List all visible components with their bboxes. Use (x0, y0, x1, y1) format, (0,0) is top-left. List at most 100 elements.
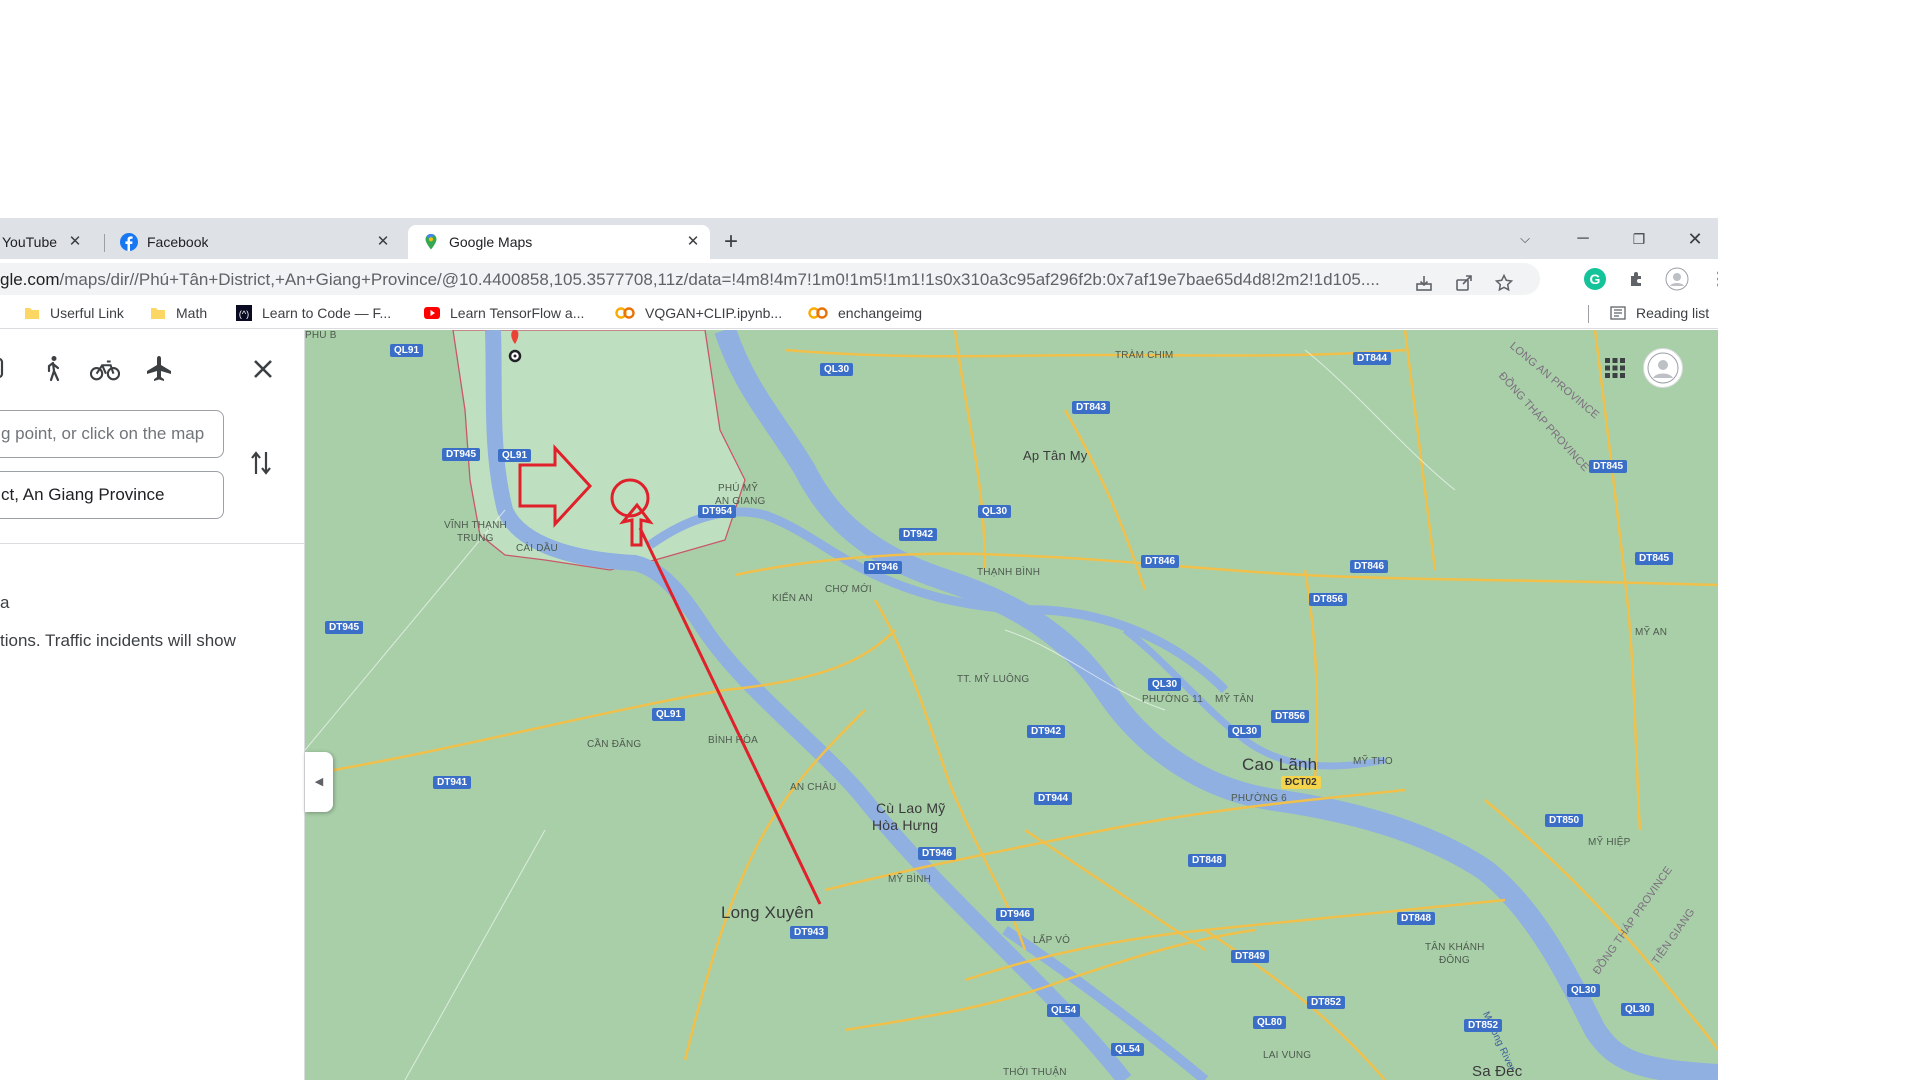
walking-icon[interactable] (38, 354, 68, 384)
bookmark-label: enchangeimg (838, 305, 923, 321)
road-shield: QL91 (390, 344, 424, 357)
map-label: MỸ AN (1635, 627, 1668, 638)
close-directions-icon[interactable] (248, 354, 278, 384)
map-label: CẦN ĐĂNG (587, 739, 642, 750)
map-label: LAI VUNG (1263, 1050, 1312, 1061)
bookmark-star-icon[interactable] (1492, 271, 1516, 295)
tab-google-maps[interactable]: Google Maps ✕ (408, 225, 710, 259)
freecodecamp-icon: (^) (236, 305, 252, 321)
road-shield: DT852 (1307, 996, 1346, 1009)
road-shield: DT943 (790, 926, 829, 939)
flight-icon[interactable] (144, 354, 174, 384)
map-label: LẤP VÒ (1033, 935, 1071, 946)
road-shield: DT843 (1072, 401, 1111, 414)
map-label: THẠNH BÌNH (977, 567, 1041, 578)
destination-input[interactable]: ct, An Giang Province (0, 471, 224, 519)
map-label: ĐÔNG (1439, 955, 1470, 966)
tab-title: Google Maps (449, 234, 533, 250)
map-label-city: Long Xuyên (721, 903, 814, 922)
bookmark-enchangeimg[interactable]: enchangeimg (808, 305, 922, 321)
starting-point-input[interactable]: g point, or click on the map (0, 410, 224, 458)
bookmark-label: Learn TensorFlow a... (450, 305, 585, 321)
url-host: gle.com (0, 270, 60, 289)
tab-youtube[interactable]: YouTube ✕ (0, 225, 92, 259)
bookmark-userful-link[interactable]: Userful Link (24, 305, 124, 321)
road-shield-badge: ĐCT02 (1281, 776, 1321, 789)
road-shield: DT944 (1034, 792, 1073, 805)
road-shield: DT848 (1188, 854, 1227, 867)
road (953, 330, 987, 571)
grammarly-icon[interactable]: G (1583, 267, 1607, 291)
tab-title: Facebook (147, 234, 209, 250)
road-shield: DT946 (996, 908, 1035, 921)
directions-panel: g point, or click on the map ct, An Gian… (0, 330, 305, 1080)
road-shield: DT942 (1027, 725, 1066, 738)
reading-list-icon (1610, 306, 1626, 320)
share-icon[interactable] (1452, 271, 1476, 295)
collapse-panel-button[interactable]: ◀ (305, 752, 333, 812)
road-shield: DT946 (864, 561, 903, 574)
reading-list-button[interactable]: Reading list (1610, 305, 1709, 321)
map-label: MỸ HIỆP (1588, 837, 1631, 848)
road-shield: QL54 (1047, 1004, 1081, 1017)
tab-close-icon[interactable]: ✕ (684, 233, 702, 251)
road-shield: QL30 (820, 363, 854, 376)
pin-origin-center (513, 354, 517, 358)
map-label: KIẾN AN (772, 593, 813, 604)
road-shield: QL30 (1148, 678, 1182, 691)
road-shield: QL30 (1567, 984, 1601, 997)
road (1403, 330, 1437, 571)
tab-strip: YouTube ✕ Facebook ✕ Google Maps ✕ + ⌵ ─… (0, 218, 1718, 259)
bookmark-vqgan-clip[interactable]: VQGAN+CLIP.ipynb... (615, 305, 782, 321)
tab-separator (104, 234, 105, 252)
road-shield: QL30 (1228, 725, 1262, 738)
colab-icon (808, 307, 828, 319)
address-bar[interactable]: gle.com/maps/dir//Phú+Tân+District,+An+G… (0, 263, 1540, 295)
bookmark-learn-to-code[interactable]: (^) Learn to Code — F... (236, 305, 391, 321)
map-graphics (305, 330, 1718, 1080)
new-tab-icon[interactable]: + (718, 230, 744, 256)
browser-toolbar: gle.com/maps/dir//Phú+Tân+District,+An+G… (0, 259, 1718, 299)
svg-text:(^): (^) (239, 309, 249, 319)
browser-menu-icon[interactable] (1707, 267, 1718, 291)
bookmark-label: Learn to Code — F... (262, 305, 392, 321)
profile-avatar-icon[interactable] (1665, 267, 1689, 291)
road-shield: DT850 (1545, 814, 1584, 827)
reading-list-label: Reading list (1636, 305, 1710, 321)
url-text[interactable]: gle.com/maps/dir//Phú+Tân+District,+An+G… (0, 270, 1390, 290)
install-app-icon[interactable] (1412, 271, 1436, 295)
account-avatar-icon[interactable] (1643, 348, 1683, 388)
map-label: CHỢ MỚI (825, 584, 872, 595)
extensions-puzzle-icon[interactable] (1625, 267, 1649, 291)
minimize-icon[interactable]: ─ (1560, 224, 1606, 254)
cycling-icon[interactable] (90, 354, 120, 384)
bookmark-label: Userful Link (50, 305, 124, 321)
bookmark-learn-tensorflow[interactable]: Learn TensorFlow a... (424, 305, 584, 321)
restore-icon[interactable]: ❐ (1616, 224, 1662, 254)
bookmarks-bar: Userful Link Math (^) Learn to Code — F.… (0, 299, 1718, 329)
map-label: BÌNH HÒA (708, 735, 758, 746)
close-window-icon[interactable]: ✕ (1672, 224, 1718, 254)
tab-close-icon[interactable]: ✕ (66, 233, 84, 251)
road-shield: DT852 (1464, 1019, 1503, 1032)
minor-road (404, 829, 546, 1080)
road-shield: DT856 (1309, 593, 1348, 606)
transit-icon[interactable] (0, 354, 20, 384)
bookmark-label: VQGAN+CLIP.ipynb... (645, 305, 783, 321)
bookmark-math[interactable]: Math (150, 305, 207, 321)
apps-grid-icon[interactable] (1603, 356, 1627, 380)
road-shield: QL30 (978, 505, 1012, 518)
map-label: PHU B (305, 330, 337, 341)
map-label: THỚI THUẬN (1003, 1067, 1067, 1078)
map-label: PHƯỜNG 11 (1142, 694, 1203, 705)
swap-direction-icon[interactable] (250, 448, 272, 478)
tab-facebook[interactable]: Facebook ✕ (110, 225, 400, 259)
tab-close-icon[interactable]: ✕ (374, 233, 392, 251)
road-shield: DT849 (1231, 950, 1270, 963)
facebook-icon (120, 233, 138, 251)
map-label-town: Ap Tân My (1023, 448, 1088, 463)
folder-icon (25, 308, 39, 319)
map-canvas[interactable]: Long Xuyên Cao Lãnh Sa Đéc Ap Tân My Cù … (305, 330, 1718, 1080)
maps-content: Long Xuyên Cao Lãnh Sa Đéc Ap Tân My Cù … (0, 330, 1718, 1080)
tab-search-chevron-icon[interactable]: ⌵ (1502, 224, 1548, 254)
